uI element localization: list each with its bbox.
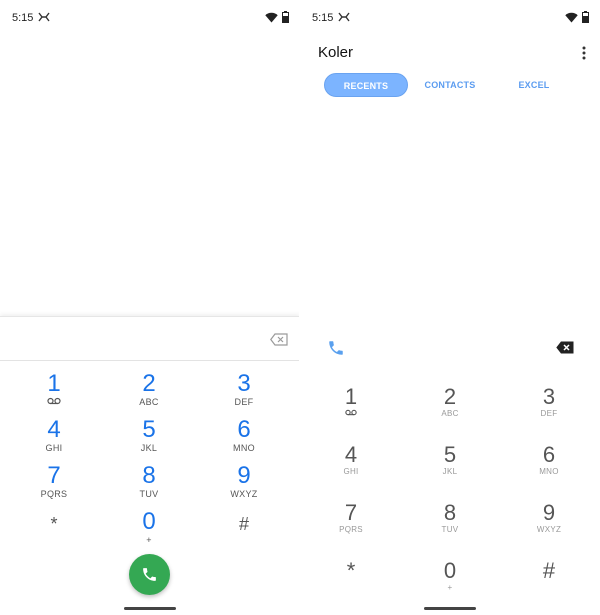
- status-bar: 5:15: [0, 0, 300, 36]
- dial-key-1[interactable]: 1: [311, 385, 391, 435]
- dial-key-7[interactable]: 7 PQRS: [14, 463, 94, 509]
- voicemail-icon: [47, 397, 61, 405]
- digits-field[interactable]: [0, 317, 300, 361]
- wifi-icon: [265, 12, 278, 23]
- more-options-icon[interactable]: [582, 46, 586, 60]
- nav-handle[interactable]: [124, 607, 176, 610]
- koler-dialer-screen: 5:15 Koler RECENTS CONTACTS EXCEL 1 2 AB…: [300, 0, 600, 615]
- dial-key-1[interactable]: 1: [14, 371, 94, 417]
- nav-handle[interactable]: [424, 607, 476, 610]
- dial-key-0[interactable]: 0 +: [109, 509, 189, 555]
- dial-key-8[interactable]: 8 TUV: [109, 463, 189, 509]
- dial-key-2[interactable]: 2 ABC: [109, 371, 189, 417]
- call-icon: [143, 568, 156, 581]
- dial-key-6[interactable]: 6 MNO: [509, 443, 589, 493]
- tab-excel[interactable]: EXCEL: [508, 73, 560, 97]
- tab-recents[interactable]: RECENTS: [324, 73, 408, 97]
- dial-key-0[interactable]: 0 +: [410, 559, 490, 609]
- status-time: 5:15: [312, 12, 334, 24]
- dial-key-9[interactable]: 9 WXYZ: [204, 463, 284, 509]
- status-time: 5:15: [12, 12, 34, 24]
- dial-key-7[interactable]: 7 PQRS: [311, 501, 391, 551]
- dialpad: 1 2 ABC 3 DEF 4 GHI 5 JKL 6 MNO 7 PQRS 8…: [0, 316, 300, 615]
- wifi-icon: [565, 12, 578, 23]
- dial-key-6[interactable]: 6 MNO: [204, 417, 284, 463]
- stock-dialer-screen: 5:15 1 2 ABC 3 DEF 4 GHI 5 JKL 6 MNO 7 P…: [0, 0, 300, 615]
- dial-key-4[interactable]: 4 GHI: [14, 417, 94, 463]
- voicemail-icon: [345, 409, 357, 416]
- battery-icon: [282, 11, 289, 23]
- dial-key-4[interactable]: 4 GHI: [311, 443, 391, 493]
- backspace-icon[interactable]: [270, 333, 288, 346]
- tab-bar: RECENTS CONTACTS EXCEL: [324, 73, 584, 98]
- dial-key-2[interactable]: 2 ABC: [410, 385, 490, 435]
- app-title: Koler: [318, 44, 354, 61]
- dial-key-3[interactable]: 3 DEF: [509, 385, 589, 435]
- dial-key-star[interactable]: *: [311, 559, 391, 609]
- tab-contacts[interactable]: CONTACTS: [416, 73, 484, 97]
- call-button[interactable]: [129, 554, 170, 595]
- dial-key-hash[interactable]: #: [204, 511, 284, 557]
- battery-icon: [582, 11, 589, 23]
- backspace-icon[interactable]: [556, 341, 574, 354]
- notification-icon: [338, 12, 350, 22]
- notification-icon: [38, 12, 50, 22]
- dial-key-9[interactable]: 9 WXYZ: [509, 501, 589, 551]
- dial-key-star[interactable]: *: [14, 511, 94, 557]
- call-icon[interactable]: [327, 339, 345, 357]
- dial-key-8[interactable]: 8 TUV: [410, 501, 490, 551]
- status-bar: 5:15: [300, 0, 600, 36]
- dial-key-3[interactable]: 3 DEF: [204, 371, 284, 417]
- dial-key-5[interactable]: 5 JKL: [109, 417, 189, 463]
- dial-key-5[interactable]: 5 JKL: [410, 443, 490, 493]
- dial-key-hash[interactable]: #: [509, 559, 589, 609]
